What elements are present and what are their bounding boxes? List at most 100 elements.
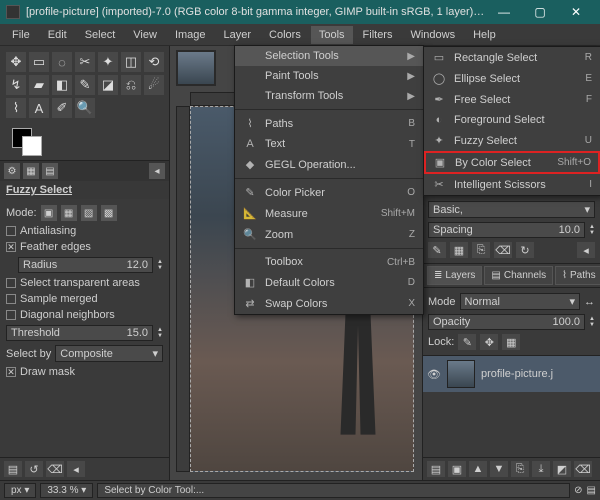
spacing-spinner[interactable]: Spacing10.0 — [428, 222, 585, 238]
eraser-tool[interactable]: ◪ — [98, 75, 118, 95]
menu-windows[interactable]: Windows — [402, 26, 463, 44]
delete-options-icon[interactable]: ⌫ — [46, 461, 64, 477]
menu-ellipse-select[interactable]: ◯Ellipse SelectE — [424, 68, 600, 89]
free-select-tool[interactable]: ◌ — [52, 52, 72, 72]
menu-view[interactable]: View — [125, 26, 165, 44]
tab-paths[interactable]: ⌇Paths — [555, 266, 600, 285]
menu-paint-tools[interactable]: Paint Tools▶ — [235, 66, 423, 86]
save-options-icon[interactable]: ▤ — [4, 461, 22, 477]
menu-swap-colors[interactable]: ⇄Swap ColorsX — [235, 293, 423, 314]
layer-mode-select[interactable]: Normal▾ — [460, 293, 580, 310]
more-tab-icon[interactable]: ▤ — [42, 163, 58, 179]
lock-position-icon[interactable]: ✥ — [480, 334, 498, 350]
drawmask-checkbox[interactable] — [6, 367, 16, 377]
bg-swatch[interactable] — [22, 136, 42, 156]
menu-file[interactable]: File — [4, 26, 38, 44]
bucket-tool[interactable]: ▰ — [29, 75, 49, 95]
menu-foreground-select[interactable]: ◐Foreground Select — [424, 110, 600, 130]
menu-colors[interactable]: Colors — [261, 26, 309, 44]
tab-layers[interactable]: ≣Layers — [427, 266, 482, 285]
maximize-button[interactable]: ▢ — [522, 0, 558, 24]
menu-zoom[interactable]: 🔍ZoomZ — [235, 224, 423, 245]
menu-selection-tools[interactable]: Selection Tools ▶ ▭Rectangle SelectR ◯El… — [235, 46, 423, 66]
brush-del-icon[interactable]: ⌫ — [494, 242, 512, 258]
mode-int-icon[interactable]: ▩ — [101, 205, 117, 221]
options-menu-icon[interactable]: ◂ — [149, 163, 165, 179]
menu-by-color-select[interactable]: ▣By Color SelectShift+O — [424, 151, 600, 174]
lock-alpha-icon[interactable]: ▦ — [502, 334, 520, 350]
mode-sub-icon[interactable]: ▨ — [81, 205, 97, 221]
gradient-tool[interactable]: ◧ — [52, 75, 72, 95]
antialias-checkbox[interactable] — [6, 226, 16, 236]
smudge-tool[interactable]: ☄ — [144, 75, 164, 95]
brush-refresh-icon[interactable]: ↻ — [516, 242, 534, 258]
brush-edit-icon[interactable]: ✎ — [428, 242, 446, 258]
device-tab-icon[interactable]: ▦ — [23, 163, 39, 179]
menu-fuzzy-select[interactable]: ✦Fuzzy SelectU — [424, 130, 600, 151]
path-tool[interactable]: ⌇ — [6, 98, 26, 118]
thr-down[interactable]: ▼ — [157, 333, 163, 339]
merge-down-icon[interactable]: ⤓ — [532, 461, 550, 477]
close-button[interactable]: ✕ — [558, 0, 594, 24]
selectby-dropdown[interactable]: Composite▾ — [55, 345, 163, 362]
cancel-icon[interactable]: ⊘ — [574, 485, 582, 496]
brush-dup-icon[interactable]: ⎘ — [472, 242, 490, 258]
layer-down-icon[interactable]: ▼ — [490, 461, 508, 477]
mode-add-icon[interactable]: ▦ — [61, 205, 77, 221]
opacity-down[interactable]: ▼ — [589, 322, 595, 328]
minimize-button[interactable]: — — [486, 0, 522, 24]
brush-preset-select[interactable]: Basic,▾ — [428, 201, 595, 218]
layer-item[interactable]: 👁 profile-picture.j — [423, 356, 600, 392]
diagonal-checkbox[interactable] — [6, 310, 16, 320]
mask-icon[interactable]: ◩ — [553, 461, 571, 477]
text-tool[interactable]: A — [29, 98, 49, 118]
menu-gegl[interactable]: ◆GEGL Operation... — [235, 154, 423, 175]
delete-layer-icon[interactable]: ⌫ — [574, 461, 592, 477]
transform-tool[interactable]: ⟲ — [144, 52, 164, 72]
document-thumbnail[interactable] — [176, 50, 216, 86]
feather-checkbox[interactable] — [6, 242, 16, 252]
layer-name[interactable]: profile-picture.j — [481, 368, 553, 380]
radius-spinner[interactable]: Radius12.0 — [18, 257, 153, 273]
eye-icon[interactable]: 👁 — [427, 368, 441, 381]
layer-up-icon[interactable]: ▲ — [469, 461, 487, 477]
zoom-tool[interactable]: 🔍 — [75, 98, 95, 118]
menu-help[interactable]: Help — [465, 26, 504, 44]
menu-paths[interactable]: ⌇PathsB — [235, 113, 423, 134]
tab-channels[interactable]: ▤Channels — [484, 266, 553, 285]
zoom-select[interactable]: 33.3 % ▾ — [40, 483, 93, 498]
menu-color-picker[interactable]: ✎Color PickerO — [235, 182, 423, 203]
lock-pixels-icon[interactable]: ✎ — [458, 334, 476, 350]
spacing-down[interactable]: ▼ — [589, 230, 595, 236]
opacity-slider[interactable]: Opacity100.0 — [428, 314, 585, 330]
reset-options-icon[interactable]: ◂ — [67, 461, 85, 477]
layer-group-icon[interactable]: ▣ — [448, 461, 466, 477]
menu-tools[interactable]: Tools — [311, 26, 353, 44]
dup-layer-icon[interactable]: ⎘ — [511, 461, 529, 477]
menu-measure[interactable]: 📐MeasureShift+M — [235, 203, 423, 224]
nav-icon[interactable]: ▤ — [587, 485, 596, 496]
menu-free-select[interactable]: ✒Free SelectF — [424, 89, 600, 110]
brush-tool[interactable]: ✎ — [75, 75, 95, 95]
threshold-spinner[interactable]: Threshold15.0 — [6, 325, 153, 341]
mode-replace-icon[interactable]: ▣ — [41, 205, 57, 221]
crop-tool[interactable]: ◫ — [121, 52, 141, 72]
tool-options-tab-icon[interactable]: ⚙ — [4, 163, 20, 179]
menu-text[interactable]: ATextT — [235, 134, 423, 154]
menu-filters[interactable]: Filters — [355, 26, 401, 44]
menu-rect-select[interactable]: ▭Rectangle SelectR — [424, 47, 600, 68]
move-tool[interactable]: ✥ — [6, 52, 26, 72]
brush-menu-icon[interactable]: ◂ — [577, 242, 595, 258]
menu-transform-tools[interactable]: Transform Tools▶ — [235, 86, 423, 106]
menu-toolbox[interactable]: ToolboxCtrl+B — [235, 252, 423, 272]
menu-image[interactable]: Image — [167, 26, 214, 44]
menu-intelligent-scissors[interactable]: ✂Intelligent ScissorsI — [424, 174, 600, 195]
color-swatches[interactable] — [0, 124, 169, 160]
fuzzy-select-tool[interactable]: ✦ — [98, 52, 118, 72]
ruler-vertical[interactable] — [176, 106, 190, 472]
scissors-tool[interactable]: ✂ — [75, 52, 95, 72]
menu-edit[interactable]: Edit — [40, 26, 75, 44]
menu-layer[interactable]: Layer — [216, 26, 260, 44]
rect-select-tool[interactable]: ▭ — [29, 52, 49, 72]
menu-select[interactable]: Select — [77, 26, 124, 44]
